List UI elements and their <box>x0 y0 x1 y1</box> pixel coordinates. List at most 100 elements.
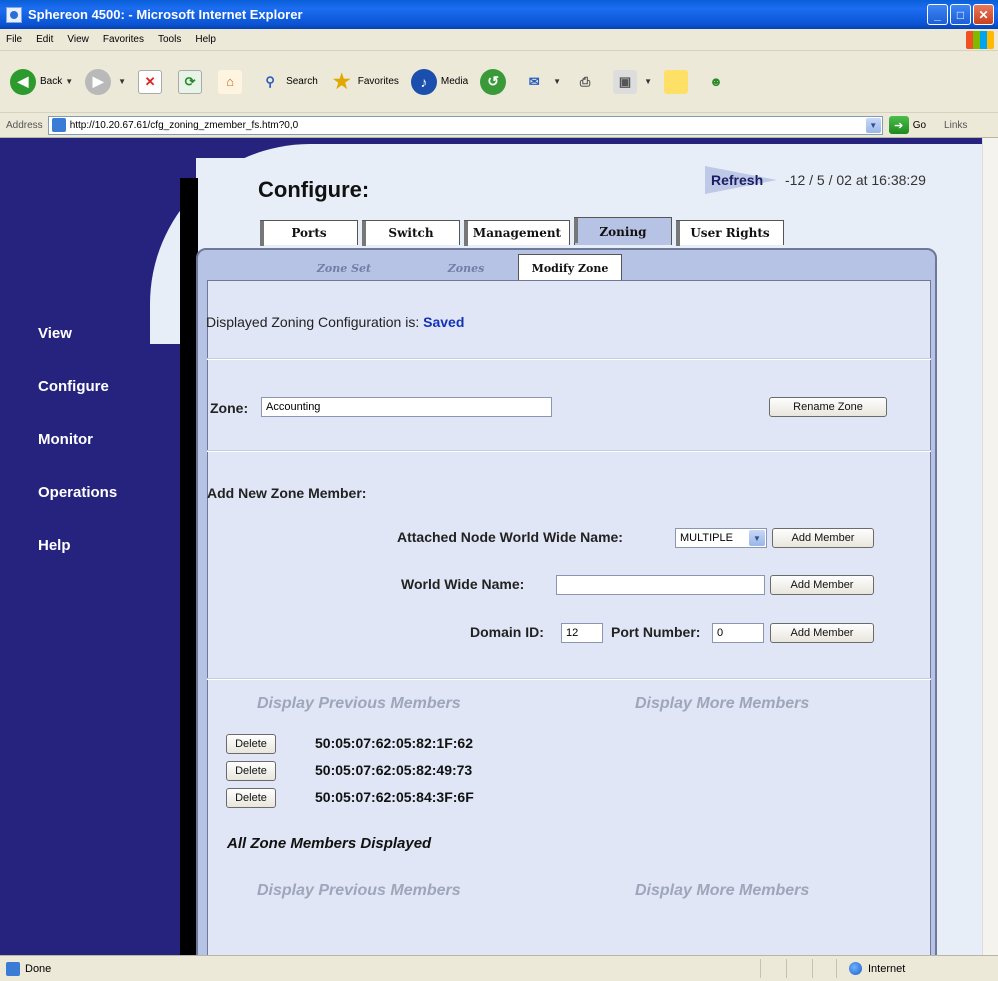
zone-label-text: Internet <box>868 962 906 975</box>
links-button[interactable]: Links <box>944 120 967 131</box>
display-more-members-link[interactable]: Display More Members <box>635 882 809 900</box>
menu-tools[interactable]: Tools <box>158 34 181 45</box>
sidebar-item-view[interactable]: View <box>38 325 72 342</box>
window-title: Sphereon 4500: - Microsoft Internet Expl… <box>28 7 303 22</box>
refresh-browser-button[interactable]: ⟳ <box>178 69 206 94</box>
refresh-label: Refresh <box>711 172 764 188</box>
chevron-down-icon[interactable]: ▼ <box>118 77 126 86</box>
zoning-status-value: Saved <box>423 314 465 330</box>
domain-id-input[interactable]: 12 <box>561 623 603 643</box>
menu-edit[interactable]: Edit <box>36 34 53 45</box>
rename-zone-button[interactable]: Rename Zone <box>769 397 887 417</box>
tab-management[interactable]: Management <box>464 220 570 246</box>
display-previous-members-link[interactable]: Display Previous Members <box>257 695 461 713</box>
address-input[interactable]: http://10.20.67.61/cfg_zoning_zmember_fs… <box>47 115 883 135</box>
forward-arrow-icon: ▶ <box>85 68 112 95</box>
edit-icon: ▣ <box>613 69 638 94</box>
history-icon: ↺ <box>480 68 507 95</box>
media-button[interactable]: ♪ Media <box>410 68 469 95</box>
stop-button[interactable]: ✕ <box>138 69 166 94</box>
timestamp: -12 / 5 / 02 at 16:38:29 <box>785 172 926 188</box>
subtab-modify-zone[interactable]: Modify Zone <box>518 254 622 282</box>
sub-tabs: Zone Set Zones Modify Zone <box>274 254 622 282</box>
printer-icon: ⎙ <box>579 73 591 89</box>
address-url[interactable]: http://10.20.67.61/cfg_zoning_zmember_fs… <box>70 120 298 131</box>
back-arrow-icon: ◀ <box>10 68 36 95</box>
tab-switch[interactable]: Switch <box>362 220 460 246</box>
mail-icon: ✉ <box>528 73 540 89</box>
add-wwn-member-button[interactable]: Add Member <box>770 575 874 595</box>
search-label: Search <box>286 76 318 87</box>
go-label: Go <box>912 119 927 131</box>
zone-name-input[interactable]: Accounting <box>261 397 552 417</box>
messenger-icon: ☻ <box>709 74 723 89</box>
discuss-button[interactable] <box>663 69 692 94</box>
member-wwn: 50:05:07:62:05:82:1F:62 <box>315 735 473 751</box>
tab-user-rights[interactable]: User Rights <box>676 220 784 246</box>
subtab-zones[interactable]: Zones <box>414 256 518 280</box>
close-button[interactable]: ✕ <box>973 4 994 25</box>
maximize-button[interactable]: □ <box>950 4 971 25</box>
tab-zoning[interactable]: Zoning <box>574 217 672 245</box>
edit-button[interactable]: ▣ ▼ <box>613 69 652 94</box>
wwn-input[interactable] <box>556 575 765 595</box>
search-icon: ⚲ <box>265 73 275 89</box>
forward-button[interactable]: ▶ ▼ <box>85 68 126 95</box>
star-icon: ★ <box>332 71 351 93</box>
all-members-displayed: All Zone Members Displayed <box>227 835 432 852</box>
home-button[interactable]: ⌂ <box>218 69 246 94</box>
zone-label: Zone: <box>210 400 249 416</box>
refresh-button[interactable]: Refresh <box>705 166 785 194</box>
vertical-scrollbar[interactable] <box>982 138 998 955</box>
security-zone: Internet <box>836 959 905 978</box>
domain-id-label: Domain ID: <box>470 624 544 640</box>
favorites-button[interactable]: ★ Favorites <box>330 70 399 94</box>
port-number-input[interactable]: 0 <box>712 623 764 643</box>
member-wwn: 50:05:07:62:05:84:3F:6F <box>315 789 474 805</box>
zoning-status: Displayed Zoning Configuration is: Saved <box>206 314 464 330</box>
address-bar: Address http://10.20.67.61/cfg_zoning_zm… <box>0 113 998 138</box>
divider <box>207 450 931 452</box>
tab-ports[interactable]: Ports <box>260 220 358 246</box>
divider <box>207 678 931 680</box>
chevron-down-icon[interactable]: ▼ <box>865 117 881 133</box>
modify-zone-form <box>207 280 931 955</box>
add-attached-member-button[interactable]: Add Member <box>772 528 874 548</box>
display-more-members-link[interactable]: Display More Members <box>635 695 809 713</box>
sidebar-item-monitor[interactable]: Monitor <box>38 431 93 448</box>
delete-member-button[interactable]: Delete <box>226 734 276 754</box>
back-button[interactable]: ◀ Back ▼ <box>10 68 73 95</box>
chevron-down-icon[interactable]: ▼ <box>65 77 73 86</box>
sidebar-item-configure[interactable]: Configure <box>38 378 109 395</box>
chevron-down-icon[interactable]: ▼ <box>749 530 765 546</box>
attached-wwn-select[interactable]: MULTIPLE ▼ <box>675 528 767 548</box>
refresh-icon: ⟳ <box>178 69 203 94</box>
search-button[interactable]: ⚲ Search <box>258 70 318 94</box>
media-label: Media <box>440 76 469 87</box>
add-port-member-button[interactable]: Add Member <box>770 623 874 643</box>
zoning-status-label: Displayed Zoning Configuration is: <box>206 314 420 330</box>
menu-favorites[interactable]: Favorites <box>103 34 144 45</box>
sidebar-item-operations[interactable]: Operations <box>38 484 117 501</box>
subtab-zone-set[interactable]: Zone Set <box>274 256 414 280</box>
menu-file[interactable]: File <box>6 34 22 45</box>
delete-member-button[interactable]: Delete <box>226 788 276 808</box>
history-button[interactable]: ↺ <box>480 68 510 95</box>
go-button[interactable]: ➔ Go <box>888 116 927 134</box>
print-button[interactable]: ⎙ <box>573 70 601 94</box>
menu-bar: File Edit View Favorites Tools Help <box>0 29 998 51</box>
display-previous-members-link[interactable]: Display Previous Members <box>257 882 461 900</box>
menu-help[interactable]: Help <box>195 34 216 45</box>
go-arrow-icon: ➔ <box>888 116 909 134</box>
page-icon <box>6 961 20 976</box>
mail-button[interactable]: ✉ ▼ <box>522 70 561 94</box>
sidebar-item-help[interactable]: Help <box>38 537 71 554</box>
messenger-button[interactable]: ☻ <box>704 70 732 94</box>
menu-view[interactable]: View <box>67 34 89 45</box>
status-cells <box>760 959 838 978</box>
minimize-button[interactable]: _ <box>927 4 948 25</box>
delete-member-button[interactable]: Delete <box>226 761 276 781</box>
chevron-down-icon[interactable]: ▼ <box>553 77 561 86</box>
chevron-down-icon[interactable]: ▼ <box>644 77 652 86</box>
member-wwn: 50:05:07:62:05:82:49:73 <box>315 762 473 778</box>
